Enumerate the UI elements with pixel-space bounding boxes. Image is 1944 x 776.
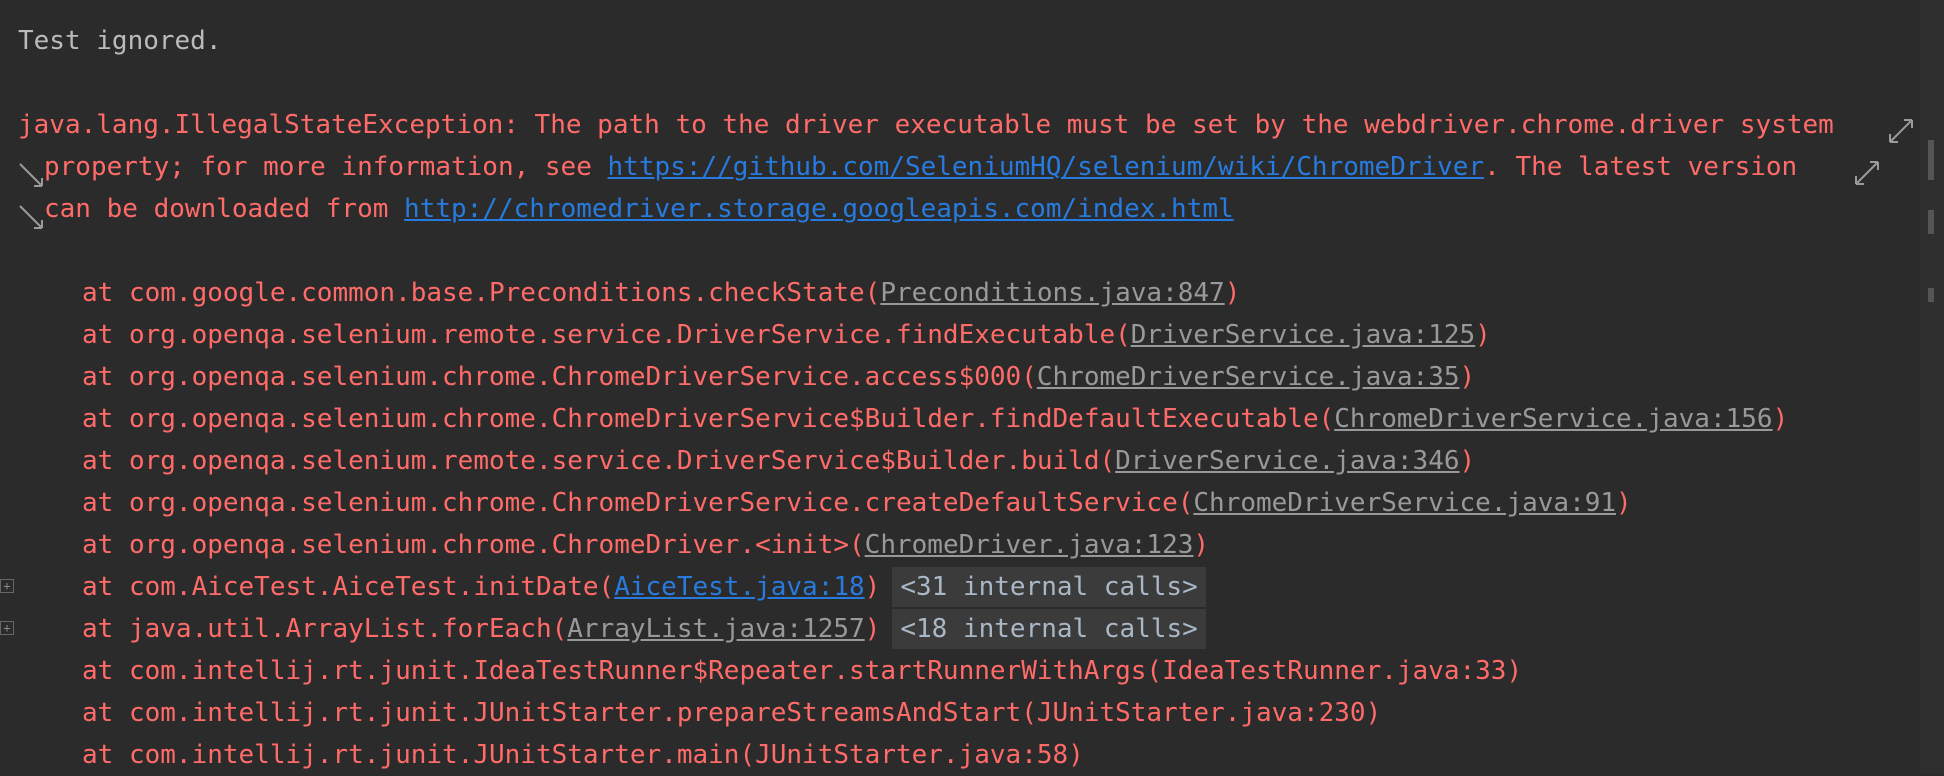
frame-paren: ) [1459,446,1476,476]
internal-calls-fold[interactable]: <31 internal calls> [892,567,1206,607]
exception-text: can be downloaded from [44,194,405,224]
selenium-wiki-link[interactable]: https://github.com/SeleniumHQ/selenium/w… [608,152,1485,182]
frame-method: at org.openqa.selenium.chrome.ChromeDriv… [82,488,1194,518]
soft-wrap-icon [1886,116,1916,146]
exception-line-2: property; for more information, see http… [44,146,1797,188]
expand-fold-icon[interactable]: + [0,621,14,635]
frame-paren: ) [1772,404,1789,434]
source-link[interactable]: ChromeDriver.java:123 [865,530,1194,560]
frame-method: at org.openqa.selenium.remote.service.Dr… [82,446,1116,476]
source-link[interactable]: ArrayList.java:1257 [567,614,864,644]
frame-method: at org.openqa.selenium.chrome.ChromeDriv… [82,530,865,560]
expand-fold-icon[interactable]: + [0,579,14,593]
vertical-scrollbar[interactable] [1920,0,1944,774]
stack-frame: at org.openqa.selenium.remote.service.Dr… [82,440,1475,482]
stack-frame: at java.util.ArrayList.forEach(ArrayList… [82,608,1206,650]
source-link[interactable]: ChromeDriverService.java:91 [1193,488,1616,518]
stack-frame: at com.AiceTest.AiceTest.initDate(AiceTe… [82,566,1206,608]
frame-method: at com.google.common.base.Preconditions.… [82,278,881,308]
frame-paren: ) [864,614,881,644]
source-link[interactable]: DriverService.java:125 [1131,320,1475,350]
frame-method: at java.util.ArrayList.forEach( [82,614,568,644]
stack-frame: at com.google.common.base.Preconditions.… [82,272,1240,314]
stack-frame: at org.openqa.selenium.chrome.ChromeDriv… [82,524,1209,566]
frame-paren: ) [1224,278,1241,308]
stack-frame: at com.intellij.rt.junit.JUnitStarter.pr… [82,698,1382,728]
chromedriver-download-link[interactable]: http://chromedriver.storage.googleapis.c… [404,194,1234,224]
frame-method: at org.openqa.selenium.chrome.ChromeDriv… [82,362,1037,392]
exception-text: . The latest version [1484,152,1798,182]
frame-paren: ) [1475,320,1491,350]
scroll-marker [1928,140,1934,180]
stack-frame: at org.openqa.selenium.remote.service.Dr… [82,314,1491,356]
console-output: Test ignored. java.lang.IllegalStateExce… [0,0,1920,774]
source-link[interactable]: Preconditions.java:847 [880,278,1224,308]
source-link[interactable]: ChromeDriverService.java:35 [1037,362,1460,392]
stack-frame: at org.openqa.selenium.chrome.ChromeDriv… [82,482,1632,524]
source-link[interactable]: DriverService.java:346 [1115,446,1459,476]
stack-frame: at com.intellij.rt.junit.IdeaTestRunner$… [82,656,1523,686]
source-link[interactable]: AiceTest.java:18 [614,572,864,602]
frame-paren: ) [1459,362,1476,392]
soft-wrap-icon [16,160,46,190]
frame-paren: ) [864,572,881,602]
stack-frame: at org.openqa.selenium.chrome.ChromeDriv… [82,356,1475,398]
stack-frame: at com.intellij.rt.junit.JUnitStarter.ma… [82,740,1084,770]
source-link[interactable]: ChromeDriverService.java:156 [1334,404,1772,434]
soft-wrap-icon [1852,158,1882,188]
exception-line-1: java.lang.IllegalStateException: The pat… [18,110,1834,140]
exception-line-3: can be downloaded from http://chromedriv… [44,188,1234,230]
frame-method: at org.openqa.selenium.remote.service.Dr… [82,320,1131,350]
soft-wrap-icon [16,202,46,232]
frame-method: at com.AiceTest.AiceTest.initDate( [82,572,615,602]
scroll-marker [1928,288,1934,302]
internal-calls-fold[interactable]: <18 internal calls> [892,609,1206,649]
frame-paren: ) [1193,530,1210,560]
scroll-marker [1928,210,1934,234]
exception-text: property; for more information, see [44,152,608,182]
frame-paren: ) [1616,488,1632,518]
test-status: Test ignored. [18,26,222,56]
stack-frame: at org.openqa.selenium.chrome.ChromeDriv… [82,398,1788,440]
frame-method: at org.openqa.selenium.chrome.ChromeDriv… [82,404,1335,434]
